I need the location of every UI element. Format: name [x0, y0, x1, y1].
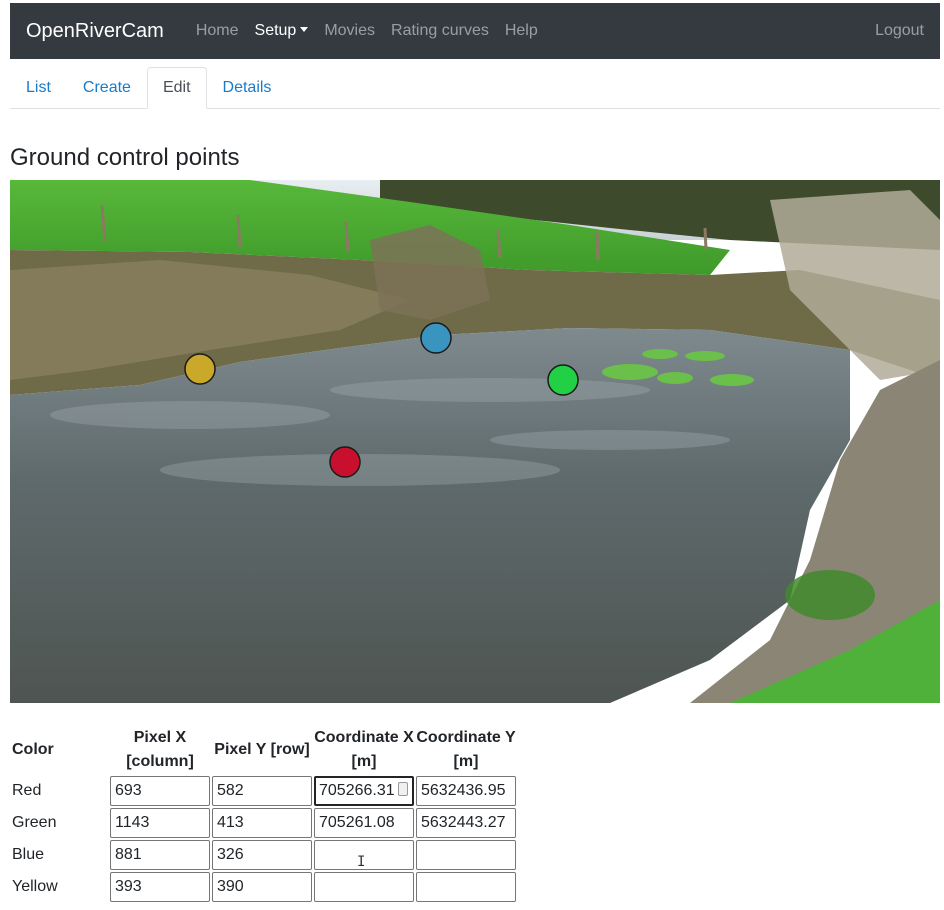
blue-coord-x-input[interactable]: [314, 840, 414, 870]
green-coord-x-input[interactable]: [314, 808, 414, 838]
table-row: Green: [12, 808, 516, 838]
blue-pixel-y-input[interactable]: [212, 840, 312, 870]
row-label-green: Green: [12, 814, 57, 831]
logout-link[interactable]: Logout: [875, 22, 924, 40]
section-tabs: List Create Edit Details: [10, 67, 940, 109]
gcp-table: Color Pixel X [column] Pixel Y [row] Coor…: [10, 724, 518, 904]
yellow-coord-x-input[interactable]: [314, 872, 414, 902]
green-coord-y-input[interactable]: [416, 808, 516, 838]
gcp-marker-red[interactable]: [329, 446, 361, 478]
gcp-marker-yellow[interactable]: [184, 353, 216, 385]
header-pixel-x: Pixel X [column]: [126, 729, 194, 770]
tab-list[interactable]: List: [10, 67, 67, 108]
yellow-pixel-x-input[interactable]: [110, 872, 210, 902]
brand-logo-text[interactable]: OpenRiverCam: [26, 20, 164, 43]
header-pixel-y: Pixel Y [row]: [214, 741, 310, 758]
river-photo-svg: [10, 180, 940, 703]
blue-coord-y-input[interactable]: [416, 840, 516, 870]
yellow-coord-y-input[interactable]: [416, 872, 516, 902]
caret-down-icon: [300, 27, 309, 32]
river-camera-image[interactable]: [10, 180, 940, 703]
tab-details[interactable]: Details: [207, 67, 288, 108]
blue-pixel-x-input[interactable]: [110, 840, 210, 870]
table-row: Red: [12, 776, 516, 806]
row-label-red: Red: [12, 782, 42, 799]
gcp-marker-green[interactable]: [547, 364, 579, 396]
tab-edit[interactable]: Edit: [146, 67, 207, 109]
nav-rating-curves[interactable]: Rating curves: [383, 22, 497, 40]
nav-help[interactable]: Help: [497, 22, 546, 40]
tab-create[interactable]: Create: [67, 67, 147, 108]
red-coord-y-input[interactable]: [416, 776, 516, 806]
table-row: Yellow: [12, 872, 516, 902]
green-pixel-y-input[interactable]: [212, 808, 312, 838]
table-row: Blue: [12, 840, 516, 870]
red-pixel-x-input[interactable]: [110, 776, 210, 806]
nav-setup-label: Setup: [254, 22, 297, 39]
gcp-marker-blue[interactable]: [420, 322, 452, 354]
nav-setup-dropdown[interactable]: Setup: [247, 22, 317, 40]
row-label-yellow: Yellow: [12, 878, 58, 895]
page-title: Ground control points: [10, 144, 240, 171]
header-coord-y: Coordinate Y [m]: [416, 729, 516, 770]
header-color: Color: [12, 741, 54, 758]
row-label-blue: Blue: [12, 846, 45, 863]
nav-movies[interactable]: Movies: [316, 22, 383, 40]
green-pixel-x-input[interactable]: [110, 808, 210, 838]
nav-home[interactable]: Home: [188, 22, 247, 40]
number-spinner-icon[interactable]: [398, 782, 408, 796]
red-pixel-y-input[interactable]: [212, 776, 312, 806]
top-navbar: OpenRiverCam Home Setup Movies Rating cu…: [10, 3, 940, 59]
header-coord-x: Coordinate X [m]: [314, 729, 414, 770]
yellow-pixel-y-input[interactable]: [212, 872, 312, 902]
